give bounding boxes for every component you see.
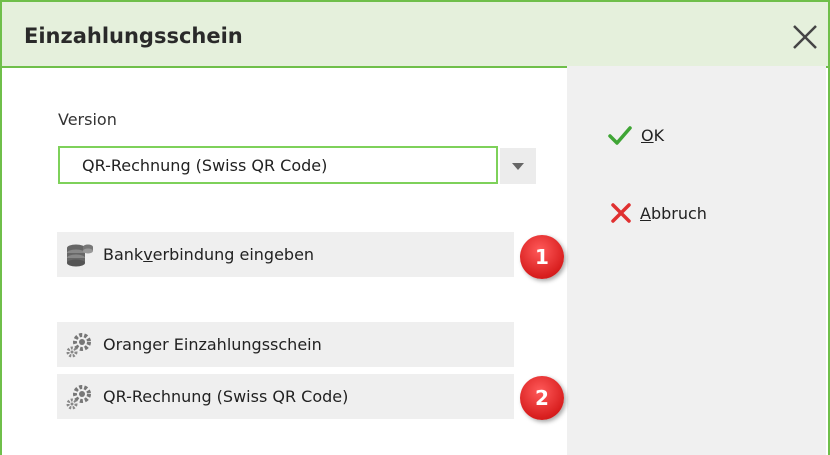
- cross-icon: [611, 203, 631, 223]
- close-button[interactable]: [788, 20, 822, 54]
- cancel-label: Abbruch: [640, 203, 707, 223]
- qr-invoice-button[interactable]: QR-Rechnung (Swiss QR Code): [57, 374, 514, 419]
- step-badge-1: 1: [520, 235, 564, 279]
- orange-slip-label: Oranger Einzahlungsschein: [103, 335, 322, 354]
- qr-invoice-label: QR-Rechnung (Swiss QR Code): [103, 387, 349, 406]
- action-panel: [567, 66, 826, 455]
- gears-icon: [61, 331, 99, 359]
- gears-icon: [61, 383, 99, 411]
- cancel-button[interactable]: Abbruch: [610, 202, 707, 224]
- version-label: Version: [58, 110, 117, 129]
- dropdown-arrow-button[interactable]: [500, 148, 536, 184]
- bank-details-label: Bankverbindung eingeben: [103, 245, 315, 264]
- step-badge-2: 2: [520, 376, 564, 420]
- ok-label: OK: [641, 125, 665, 145]
- dialog-title: Einzahlungsschein: [24, 24, 243, 48]
- coins-icon: [61, 241, 99, 269]
- bank-details-button[interactable]: Bankverbindung eingeben: [57, 232, 514, 277]
- version-select-value: QR-Rechnung (Swiss QR Code): [82, 156, 328, 175]
- close-icon: [793, 25, 817, 49]
- ok-button[interactable]: OK: [607, 124, 664, 146]
- check-icon: [608, 126, 632, 145]
- version-select[interactable]: QR-Rechnung (Swiss QR Code): [58, 146, 498, 184]
- orange-slip-button[interactable]: Oranger Einzahlungsschein: [57, 322, 514, 367]
- title-bar: Einzahlungsschein: [2, 2, 828, 68]
